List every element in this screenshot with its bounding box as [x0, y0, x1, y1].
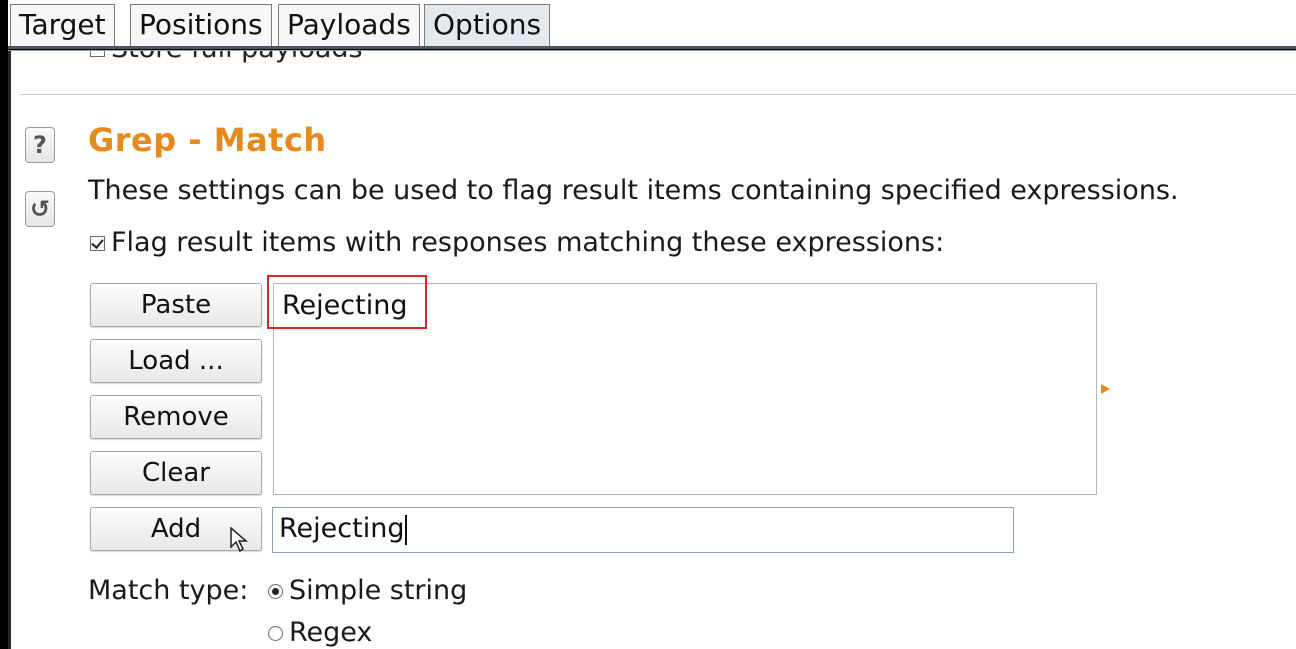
- tab-positions[interactable]: Positions: [130, 4, 272, 46]
- options-panel: Store full payloads ? ↺ Grep - Match The…: [8, 51, 1296, 649]
- text-caret: [405, 514, 408, 545]
- tab-target[interactable]: Target: [10, 4, 115, 46]
- store-full-payloads-checkbox[interactable]: [90, 51, 105, 57]
- add-expression-value: Rejecting: [279, 513, 405, 544]
- reset-icon[interactable]: ↺: [25, 191, 55, 227]
- tab-payloads[interactable]: Payloads: [278, 4, 420, 46]
- highlight-annotation: [267, 275, 427, 329]
- load-button[interactable]: Load ...: [90, 339, 262, 383]
- remove-button[interactable]: Remove: [90, 395, 262, 439]
- app-window: Target Positions Payloads Options Store …: [0, 0, 1296, 649]
- flag-matching-row[interactable]: Flag result items with responses matchin…: [90, 227, 944, 258]
- radio-regex-label: Regex: [289, 617, 373, 648]
- flag-matching-label: Flag result items with responses matchin…: [111, 227, 945, 258]
- section-divider: [20, 94, 1296, 95]
- tab-bar: Target Positions Payloads Options: [8, 0, 1296, 48]
- match-type-simple-string[interactable]: Simple string: [268, 575, 467, 606]
- paste-button[interactable]: Paste: [90, 283, 262, 327]
- radio-simple-string-label: Simple string: [289, 575, 468, 606]
- store-full-payloads-label: Store full payloads: [111, 51, 363, 64]
- flag-matching-checkbox[interactable]: [90, 236, 105, 251]
- match-type-regex[interactable]: Regex: [268, 617, 372, 648]
- match-type-label: Match type:: [88, 575, 249, 606]
- store-full-payloads-row[interactable]: Store full payloads: [90, 51, 363, 64]
- radio-regex[interactable]: [268, 626, 283, 641]
- clear-button[interactable]: Clear: [90, 451, 262, 495]
- tab-options[interactable]: Options: [424, 4, 551, 46]
- add-expression-input[interactable]: Rejecting: [272, 507, 1014, 553]
- tab-underline: [8, 46, 1296, 49]
- section-title: Grep - Match: [88, 121, 327, 159]
- help-icon[interactable]: ?: [25, 127, 55, 163]
- expand-arrow-icon[interactable]: [1101, 384, 1110, 394]
- section-description: These settings can be used to flag resul…: [88, 175, 1179, 206]
- radio-simple-string[interactable]: [268, 584, 283, 599]
- mouse-pointer-icon: [230, 526, 249, 560]
- left-border: [8, 51, 11, 649]
